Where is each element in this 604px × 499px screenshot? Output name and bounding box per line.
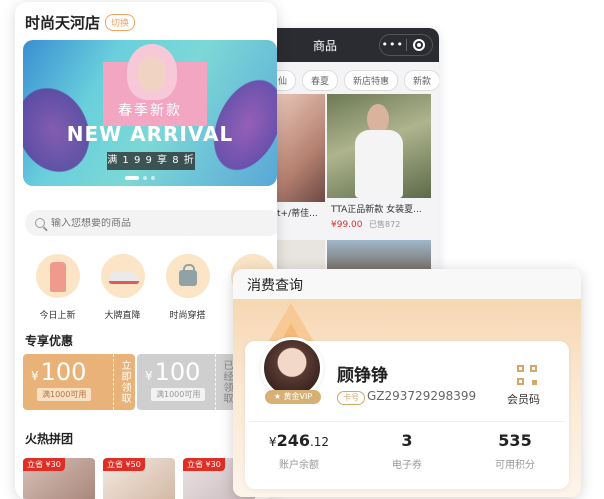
category-label: 大牌直降 [104, 311, 141, 321]
category-label: 今日上新 [39, 311, 76, 321]
coupon-amount: ¥100 [145, 358, 201, 386]
category-chip[interactable]: 新款 [404, 70, 439, 91]
product-image[interactable] [327, 94, 431, 198]
group-buy-item[interactable]: 立省 ¥30 [23, 458, 95, 499]
stat-label: 账户余额 [279, 460, 319, 471]
search-bar[interactable] [25, 210, 277, 236]
shop-title: 时尚天河店 [25, 14, 101, 32]
claim-coupon-button[interactable]: 立即领取 [113, 354, 135, 410]
nav-bar: 商品 ••• [255, 28, 439, 62]
product-image[interactable] [277, 94, 325, 202]
carousel-indicator [125, 176, 155, 180]
nav-title: 商品 [313, 39, 338, 53]
card-title: 消费查询 [247, 278, 303, 294]
carousel-dot[interactable] [151, 176, 155, 180]
mini-program-capsule: ••• [379, 34, 433, 56]
coat-icon [35, 254, 80, 298]
category-new-today[interactable]: 今日上新 [25, 254, 90, 321]
save-tag: 立省 ¥30 [183, 458, 225, 471]
card-number: GZ293729298399 [367, 389, 477, 403]
stat-value: ¥246.12 [268, 431, 330, 450]
category-brand-discount[interactable]: 大牌直降 [90, 254, 155, 321]
member-code-label[interactable]: 会员码 [507, 391, 540, 407]
promo-banner[interactable]: 春季新款 NEW ARRIVAL 满 1 9 9 享 8 折 [23, 40, 277, 186]
banner-headline: NEW ARRIVAL [66, 122, 234, 146]
banner-subtitle: 春季新款 [118, 103, 182, 119]
sneaker-icon [100, 254, 145, 298]
sold-count: 已售872 [369, 220, 401, 229]
category-chip[interactable]: 新店特惠 [344, 70, 399, 91]
category-label: 时尚穿搭 [169, 311, 206, 321]
group-buy-list: 立省 ¥30 立省 ¥50 立省 ¥30 [23, 458, 255, 499]
product-list-panel: 商品 ••• 仙 春夏 新店特惠 新款 t+/蒂佳... TTA正品新款 女装夏… [255, 28, 439, 288]
qr-code-icon[interactable] [517, 365, 537, 385]
member-stats: ¥246.12 账户余额 3 电子券 535 可用积分 [245, 431, 569, 471]
stat-coupons[interactable]: 3 电子券 [353, 431, 461, 471]
switch-store-button[interactable]: 切换 [105, 14, 136, 31]
carousel-dot[interactable] [125, 176, 139, 180]
consumption-query-card: 消费查询 ★ 黄金VIP 顾铮铮 卡号 GZ293729298399 会员码 ¥… [233, 269, 581, 497]
coupon-condition: 满1000可用 [151, 388, 206, 401]
stat-balance[interactable]: ¥246.12 账户余额 [245, 431, 353, 471]
card-header: 消费查询 [233, 269, 581, 299]
coupon-amount: ¥100 [31, 358, 87, 386]
category-chips: 仙 春夏 新店特惠 新款 [255, 62, 439, 91]
stat-points[interactable]: 535 可用积分 [461, 431, 569, 471]
stat-value: 535 [498, 431, 532, 450]
vip-badge: ★ 黄金VIP [265, 390, 321, 404]
product-title: TTA正品新款 女装夏... [331, 205, 422, 215]
category-chip[interactable]: 春夏 [302, 70, 339, 91]
coupon-card[interactable]: ¥100 满1000可用 立即领取 [23, 354, 135, 410]
coupon-card[interactable]: ¥100 满1000可用 已经领取 [137, 354, 237, 410]
stat-value: 3 [401, 431, 413, 450]
model-shirt [355, 130, 403, 198]
product-price: ¥99.00 [331, 220, 363, 230]
coupon-condition: 满1000可用 [37, 388, 92, 401]
category-fashion-outfit[interactable]: 时尚穿搭 [155, 254, 220, 321]
save-tag: 立省 ¥50 [103, 458, 145, 471]
card-number-label: 卡号 [337, 391, 365, 405]
group-buy-title: 火热拼团 [25, 432, 74, 446]
stat-label: 可用积分 [495, 460, 535, 471]
coupon-body: ¥100 满1000可用 [137, 354, 215, 410]
more-icon[interactable]: ••• [380, 35, 406, 55]
group-buy-item[interactable]: 立省 ¥50 [103, 458, 175, 499]
coupons-title: 专享优惠 [25, 334, 74, 348]
product-title[interactable]: t+/蒂佳... [277, 206, 325, 219]
close-target-icon[interactable] [407, 39, 433, 51]
coupon-body: ¥100 满1000可用 [23, 354, 113, 410]
handbag-icon [165, 254, 210, 298]
banner-promo: 满 1 9 9 享 8 折 [107, 152, 195, 170]
search-icon [35, 218, 45, 228]
search-input[interactable] [51, 217, 251, 229]
stat-label: 电子券 [392, 460, 422, 471]
carousel-dot[interactable] [143, 176, 147, 180]
save-tag: 立省 ¥30 [23, 458, 65, 471]
banner-model-face [138, 56, 166, 92]
member-name: 顾铮铮 [337, 366, 388, 386]
product-info[interactable]: TTA正品新款 女装夏... ¥99.00 已售872 [331, 204, 431, 231]
price-row: ¥99.00 已售872 [331, 219, 431, 231]
divider [249, 421, 565, 422]
